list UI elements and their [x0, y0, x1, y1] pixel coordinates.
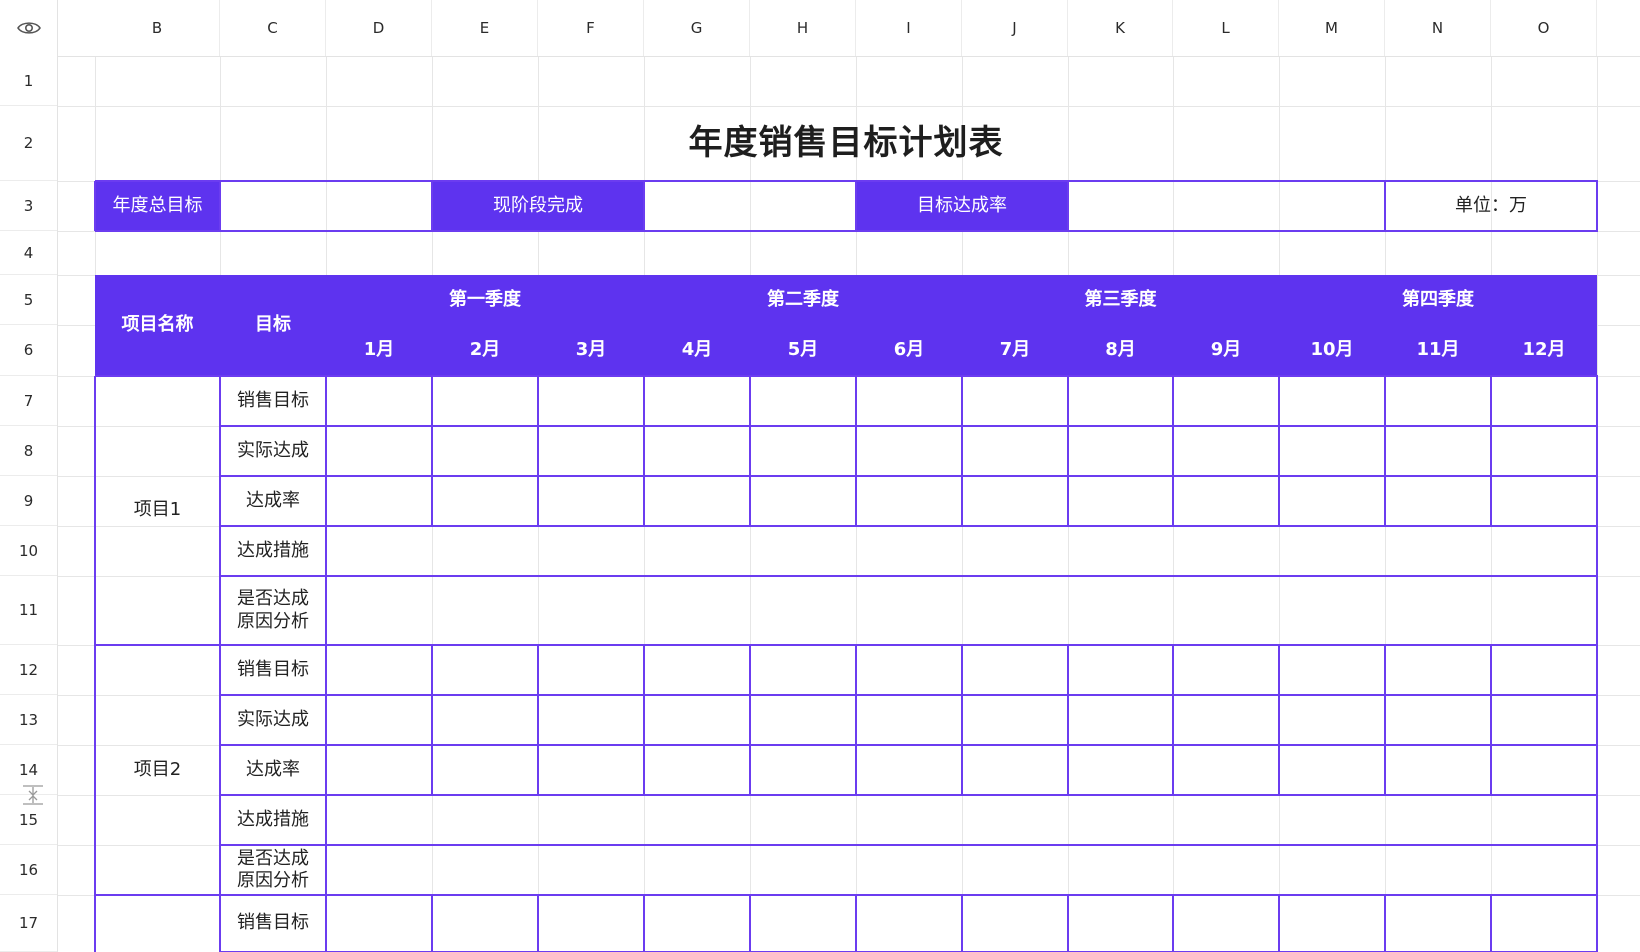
row-header-10[interactable]: 10 — [0, 526, 57, 576]
column-header-G[interactable]: G — [644, 0, 750, 56]
row-resize-icon — [23, 785, 43, 805]
column-header-F[interactable]: F — [538, 0, 644, 56]
column-header-D[interactable]: D — [326, 0, 432, 56]
row-header-2[interactable]: 2 — [0, 106, 57, 181]
column-header-M[interactable]: M — [1279, 0, 1385, 56]
spreadsheet: 年度销售目标计划表 年度总目标 现阶段完成 目标达成率 单位：万 项目名称 目标 第一季度 第二… — [0, 0, 1640, 952]
column-header-J[interactable]: J — [962, 0, 1068, 56]
row-header-13[interactable]: 13 — [0, 695, 57, 745]
row-resize-handle[interactable] — [20, 782, 46, 808]
header-layer: B C D E F G H I J K L M N O 1 2 3 4 5 6 7 8 9 10 11 12 13 14 15 16 17 — [0, 0, 1640, 952]
select-all-corner[interactable] — [0, 0, 57, 56]
row-header-3[interactable]: 3 — [0, 181, 57, 231]
row-header-9[interactable]: 9 — [0, 476, 57, 526]
row-header-4[interactable]: 4 — [0, 231, 57, 275]
row-header-7[interactable]: 7 — [0, 376, 57, 426]
column-header-H[interactable]: H — [750, 0, 856, 56]
column-header-K[interactable]: K — [1068, 0, 1173, 56]
column-header-L[interactable]: L — [1173, 0, 1279, 56]
row-header-8[interactable]: 8 — [0, 426, 57, 476]
row-header-16[interactable]: 16 — [0, 845, 57, 895]
row-header-11[interactable]: 11 — [0, 576, 57, 645]
row-header-6[interactable]: 6 — [0, 325, 57, 376]
row-header-12[interactable]: 12 — [0, 645, 57, 695]
column-header-I[interactable]: I — [856, 0, 962, 56]
column-header-O[interactable]: O — [1491, 0, 1597, 56]
row-header-1[interactable]: 1 — [0, 56, 57, 106]
row-header-17[interactable]: 17 — [0, 895, 57, 952]
column-header-N[interactable]: N — [1385, 0, 1491, 56]
column-header-E[interactable]: E — [432, 0, 538, 56]
row-header-5[interactable]: 5 — [0, 275, 57, 325]
column-header-B[interactable]: B — [95, 0, 220, 56]
column-header-C[interactable]: C — [220, 0, 326, 56]
eye-icon — [16, 22, 41, 34]
